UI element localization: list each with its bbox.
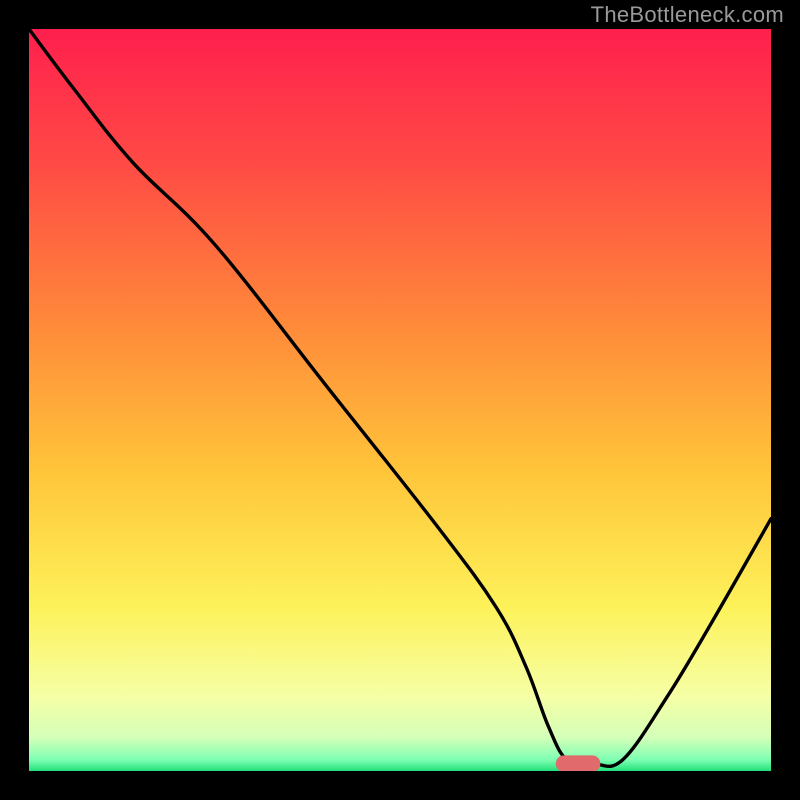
- watermark-text: TheBottleneck.com: [591, 2, 784, 28]
- plot-area: [29, 29, 771, 771]
- gradient-background: [29, 29, 771, 771]
- bottleneck-chart: [29, 29, 771, 771]
- optimal-marker: [556, 755, 601, 771]
- chart-frame: TheBottleneck.com: [0, 0, 800, 800]
